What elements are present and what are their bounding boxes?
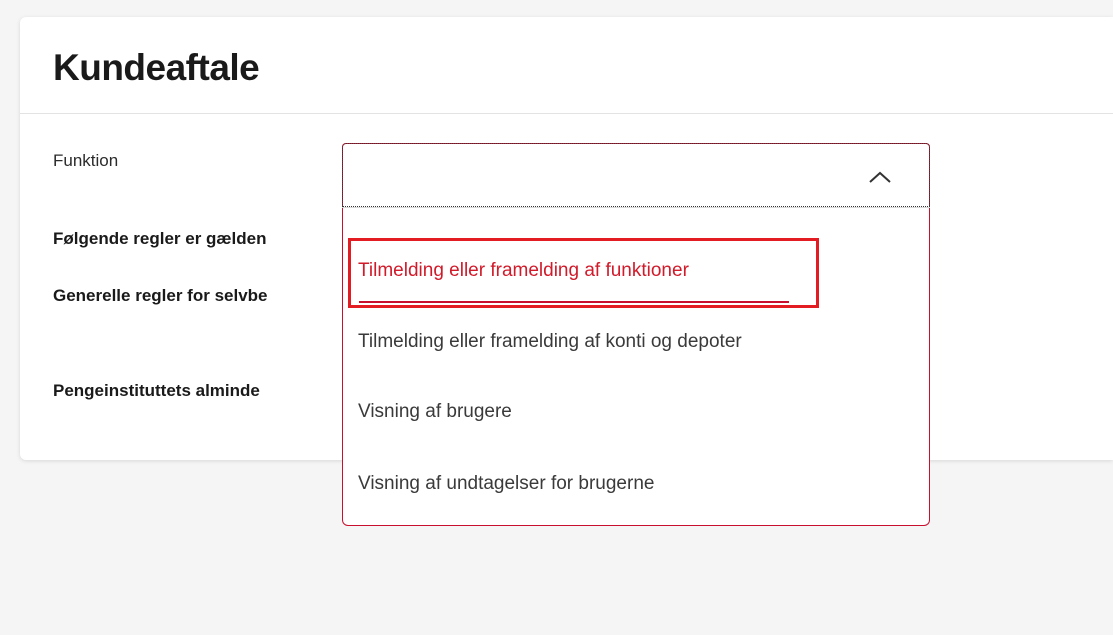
rules-applicable-text: Følgende regler er gælden [53,229,267,248]
function-dropdown-menu: Tilmelding eller framelding af funktione… [342,208,930,526]
page-title: Kundeaftale [53,47,260,88]
general-rules-text: Generelle regler for selvbe [53,286,268,305]
function-select[interactable] [342,143,930,207]
option-view-user-exceptions[interactable]: Visning af undtagelser for brugerne [358,473,654,495]
chevron-up-icon[interactable] [868,170,892,184]
option-sign-up-functions[interactable]: Tilmelding eller framelding af funktione… [358,260,689,282]
bank-general-terms-text: Pengeinstituttets alminde [53,381,260,400]
card-header: Kundeaftale [20,17,1113,114]
option-view-users[interactable]: Visning af brugere [358,401,512,423]
option-sign-up-accounts-depots[interactable]: Tilmelding eller framelding af konti og … [358,331,742,353]
function-label: Funktion [53,151,119,170]
selected-option-underline [359,301,789,303]
